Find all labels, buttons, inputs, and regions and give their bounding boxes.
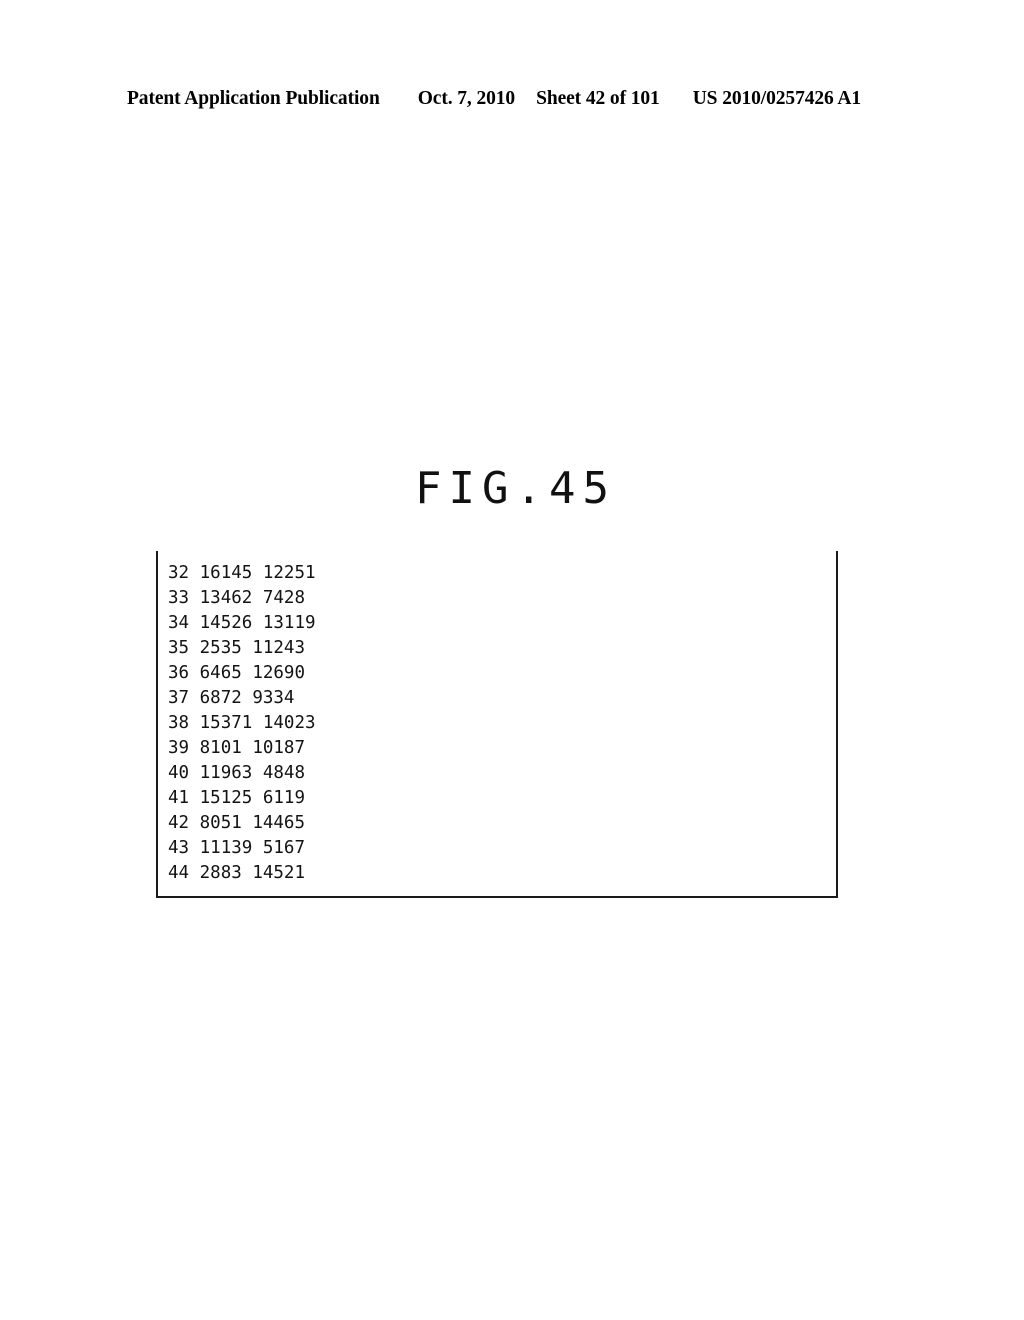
listing-index: 44: [168, 863, 190, 883]
listing-row: 37 6872 9334: [168, 686, 316, 711]
listing-value-b: 6119: [262, 788, 306, 808]
listing-value-a: 15371: [199, 713, 253, 733]
listing-index: 32: [168, 563, 190, 583]
listing-index: 37: [168, 688, 190, 708]
listing-gap: [242, 738, 253, 758]
listing-gap: [189, 738, 200, 758]
listing-row: 35 2535 11243: [168, 636, 316, 661]
listing-value-a: 8101: [199, 738, 242, 758]
listing-index: 42: [168, 813, 190, 833]
listing-gap: [242, 863, 253, 883]
listing-gap: [189, 838, 200, 858]
listing-row: 39 8101 10187: [168, 736, 316, 761]
listing-index: 40: [168, 763, 190, 783]
listing-index: 39: [168, 738, 190, 758]
running-head: Patent Application Publication Oct. 7, 2…: [127, 88, 887, 114]
listing-value-a: 8051: [199, 813, 242, 833]
listing-value-b: 12251: [262, 563, 316, 583]
listing-value-a: 13462: [199, 588, 253, 608]
listing-gap: [189, 813, 200, 833]
listing-row: 44 2883 14521: [168, 861, 316, 886]
listing-index: 43: [168, 838, 190, 858]
listing-gap: [242, 638, 253, 658]
listing-gap: [252, 788, 263, 808]
listing-row: 42 8051 14465: [168, 811, 316, 836]
publication-date: Oct. 7, 2010: [417, 88, 516, 109]
figure-frame: 32 16145 12251 33 13462 7428 34 14526 1311…: [156, 551, 838, 898]
listing-value-a: 2883: [199, 863, 242, 883]
listing-row: 34 14526 13119: [168, 611, 316, 636]
listing-index: 41: [168, 788, 190, 808]
listing-gap: [189, 588, 200, 608]
listing-value-a: 11139: [199, 838, 253, 858]
listing-gap: [242, 813, 253, 833]
listing-row: 32 16145 12251: [168, 561, 316, 586]
listing-value-a: 16145: [199, 563, 253, 583]
listing-gap: [242, 663, 253, 683]
listing-row: 40 11963 4848: [168, 761, 316, 786]
listing-gap: [189, 563, 200, 583]
listing-value-b: 4848: [262, 763, 306, 783]
listing-gap: [252, 588, 263, 608]
listing-gap: [189, 613, 200, 633]
listing-index: 36: [168, 663, 190, 683]
listing-value-b: 14023: [262, 713, 316, 733]
listing-row: 41 15125 6119: [168, 786, 316, 811]
listing-gap: [252, 563, 263, 583]
listing-gap: [189, 763, 200, 783]
document-number: US 2010/0257426 A1: [692, 88, 862, 109]
sheet-number: Sheet 42 of 101: [536, 88, 660, 109]
listing-value-a: 11963: [199, 763, 253, 783]
listing-gap: [252, 713, 263, 733]
listing-index: 38: [168, 713, 190, 733]
listing-gap: [189, 638, 200, 658]
listing-value-b: 12690: [252, 663, 306, 683]
listing-value-b: 14521: [252, 863, 306, 883]
listing-row: 38 15371 14023: [168, 711, 316, 736]
listing-index: 35: [168, 638, 190, 658]
listing-value-b: 5167: [262, 838, 306, 858]
listing-row: 36 6465 12690: [168, 661, 316, 686]
listing-value-b: 11243: [252, 638, 306, 658]
listing-value-a: 15125: [199, 788, 253, 808]
listing-value-b: 14465: [252, 813, 306, 833]
listing-gap: [189, 663, 200, 683]
listing-gap: [189, 863, 200, 883]
listing-value-a: 6465: [199, 663, 242, 683]
listing-value-a: 14526: [199, 613, 253, 633]
listing-gap: [189, 688, 200, 708]
listing-gap: [189, 713, 200, 733]
listing-index: 33: [168, 588, 190, 608]
listing-gap: [252, 838, 263, 858]
figure-label: FIG.45: [415, 463, 616, 514]
listing-value-a: 6872: [199, 688, 242, 708]
publication-label: Patent Application Publication: [127, 88, 380, 109]
listing-row: 33 13462 7428: [168, 586, 316, 611]
listing-value-b: 7428: [262, 588, 306, 608]
listing-value-b: 10187: [252, 738, 306, 758]
listing-index: 34: [168, 613, 190, 633]
listing-gap: [189, 788, 200, 808]
listing-gap: [252, 763, 263, 783]
code-listing: 32 16145 12251 33 13462 7428 34 14526 1311…: [168, 561, 316, 886]
listing-gap: [242, 688, 253, 708]
listing-row: 43 11139 5167: [168, 836, 316, 861]
listing-value-a: 2535: [199, 638, 242, 658]
listing-value-b: 9334: [252, 688, 295, 708]
listing-gap: [252, 613, 263, 633]
patent-page: Patent Application Publication Oct. 7, 2…: [0, 0, 1024, 1320]
listing-value-b: 13119: [262, 613, 316, 633]
